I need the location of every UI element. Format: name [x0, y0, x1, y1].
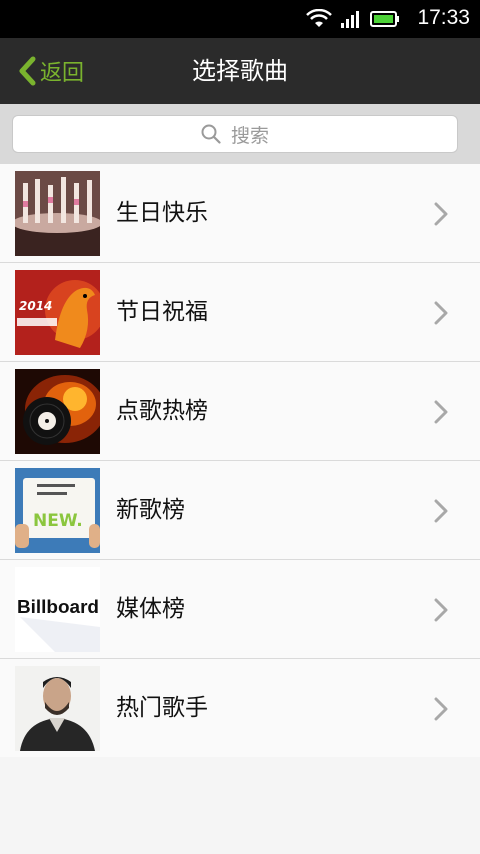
list-item-label: 点歌热榜	[116, 398, 208, 424]
chevron-left-icon	[19, 56, 36, 86]
holiday-horse-thumbnail: 2014	[15, 270, 100, 355]
chevron-right-icon	[434, 301, 448, 325]
list-item-birthday[interactable]: 生日快乐	[0, 164, 480, 263]
list-item-hot-chart[interactable]: 点歌热榜	[0, 362, 480, 461]
billboard-logo-text: Billboard	[17, 597, 99, 617]
song-category-list: 生日快乐 2014 节日祝福 点歌热榜 NEW. 新歌榜 Billboard 媒…	[0, 164, 480, 757]
chevron-right-icon	[434, 697, 448, 721]
list-item-label: 节日祝福	[116, 299, 208, 325]
search-placeholder: 搜索	[230, 124, 269, 147]
chevron-right-icon	[434, 400, 448, 424]
status-time: 17:33	[417, 6, 470, 29]
battery-icon	[370, 10, 400, 32]
list-item-new-songs[interactable]: NEW. 新歌榜	[0, 461, 480, 560]
status-bar: 17:33	[0, 0, 480, 38]
chevron-right-icon	[434, 499, 448, 523]
list-item-label: 热门歌手	[116, 695, 208, 721]
thumb-new-text: NEW.	[33, 511, 83, 531]
billboard-thumbnail: Billboard	[15, 567, 100, 652]
search-icon	[201, 124, 221, 144]
back-label: 返回	[40, 61, 85, 86]
back-button[interactable]: 返回	[18, 52, 84, 90]
fire-record-thumbnail	[15, 369, 100, 454]
thumb-year-text: 2014	[19, 299, 52, 313]
list-item-label: 媒体榜	[116, 596, 185, 622]
list-item-label: 生日快乐	[116, 200, 208, 226]
signal-icon	[340, 9, 362, 33]
status-icons	[306, 8, 400, 33]
list-item-media-chart[interactable]: Billboard 媒体榜	[0, 560, 480, 659]
chevron-right-icon	[434, 202, 448, 226]
chevron-right-icon	[434, 598, 448, 622]
list-item-label: 新歌榜	[116, 497, 185, 523]
wifi-icon	[306, 8, 332, 33]
search-input[interactable]: 搜索	[12, 115, 458, 153]
singer-portrait-thumbnail	[15, 666, 100, 751]
navbar: 选择歌曲 返回	[0, 38, 480, 104]
new-sign-thumbnail: NEW.	[15, 468, 100, 553]
birthday-cake-thumbnail	[15, 171, 100, 256]
search-bar: 搜索	[0, 104, 480, 164]
list-item-holiday[interactable]: 2014 节日祝福	[0, 263, 480, 362]
list-item-hot-singers[interactable]: 热门歌手	[0, 659, 480, 757]
